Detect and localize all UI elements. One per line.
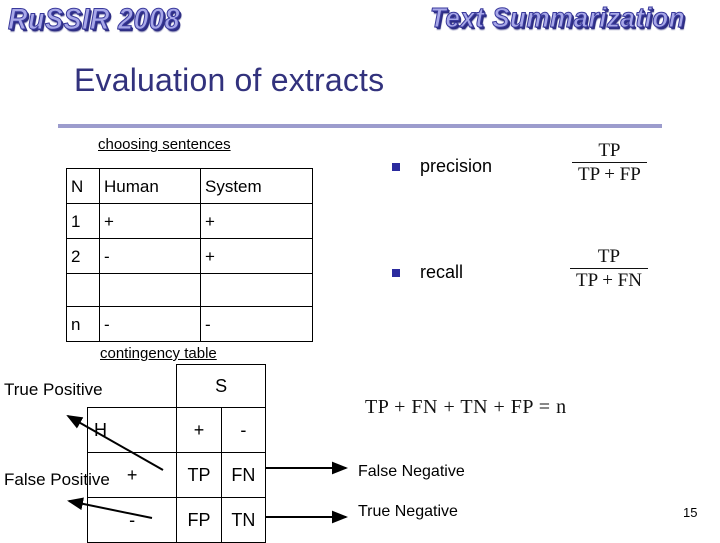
table-row: 1 + + — [66, 203, 313, 239]
cell-true-positive: TP — [176, 452, 222, 498]
caption-contingency-table: contingency table — [100, 345, 217, 362]
sentences-table: N Human System 1 + + 2 - + n - - — [66, 168, 313, 342]
cell-system — [200, 273, 313, 307]
bullet-label-precision: precision — [420, 156, 493, 176]
precision-numerator: TP — [598, 140, 621, 161]
recall-numerator: TP — [597, 246, 621, 267]
cell-human: - — [99, 306, 201, 342]
formula-total-equation: TP + FN + TN + FP = n — [365, 396, 567, 418]
formula-recall: TP TP + FN — [570, 246, 648, 292]
table-row-header: N Human System — [66, 168, 313, 204]
row-header-human-minus: - — [86, 497, 178, 543]
header-cell-n: N — [66, 168, 100, 204]
label-true-negative: True Negative — [358, 503, 458, 520]
banner-russir-wordart: RuSSIR 2008 — [7, 2, 181, 36]
square-bullet-icon — [392, 268, 400, 277]
label-false-positive: False Positive — [4, 470, 110, 489]
title-divider — [58, 124, 662, 128]
recall-denominator: TP + FN — [570, 268, 648, 291]
square-bullet-icon — [392, 162, 400, 171]
cell-n: 2 — [66, 238, 100, 274]
header-cell-human: H — [86, 407, 178, 453]
cell-false-positive: FP — [176, 497, 222, 543]
cell-system: + — [200, 203, 313, 239]
contingency-table: S H + - + TP FN - FP TN — [86, 364, 267, 543]
label-false-negative: False Negative — [358, 463, 465, 480]
bullet-item-precision: precision — [392, 156, 492, 177]
cell-human — [99, 273, 201, 307]
table-row: + TP FN — [86, 452, 267, 498]
cell-human: - — [99, 238, 201, 274]
table-row-human-header: H + - — [86, 407, 267, 453]
cell-n: 1 — [66, 203, 100, 239]
table-row-system-header: S — [88, 364, 266, 408]
cell-true-negative: TN — [220, 497, 267, 543]
table-row: n - - — [66, 306, 313, 342]
table-row: 2 - + — [66, 238, 313, 274]
caption-choosing-sentences: choosing sentences — [98, 136, 231, 153]
bullet-label-recall: recall — [420, 262, 464, 282]
page-title: Evaluation of extracts — [74, 62, 385, 98]
cell-n: n — [66, 306, 100, 342]
header-cell-system-minus: - — [220, 407, 267, 453]
header-cell-system: S — [176, 364, 266, 408]
table-row: - FP TN — [86, 497, 267, 543]
cell-human: + — [99, 203, 201, 239]
table-row-blank — [66, 273, 313, 307]
cell-n — [66, 273, 100, 307]
cell-false-negative: FN — [220, 452, 267, 498]
label-true-positive: True Positive — [4, 380, 103, 399]
page-number: 15 — [683, 505, 698, 520]
formula-precision: TP TP + FP — [572, 140, 647, 186]
banner-text-summarization-wordart: Text Summarization — [429, 0, 686, 34]
bullet-item-recall: recall — [392, 262, 463, 283]
slide-canvas: RuSSIR 2008 Text Summarization Evaluatio… — [0, 0, 720, 543]
cell-system: - — [200, 306, 313, 342]
precision-denominator: TP + FP — [572, 162, 647, 185]
header-cell-system: System — [200, 168, 313, 204]
header-cell-human: Human — [99, 168, 201, 204]
cell-system: + — [200, 238, 313, 274]
header-cell-system-plus: + — [176, 407, 222, 453]
